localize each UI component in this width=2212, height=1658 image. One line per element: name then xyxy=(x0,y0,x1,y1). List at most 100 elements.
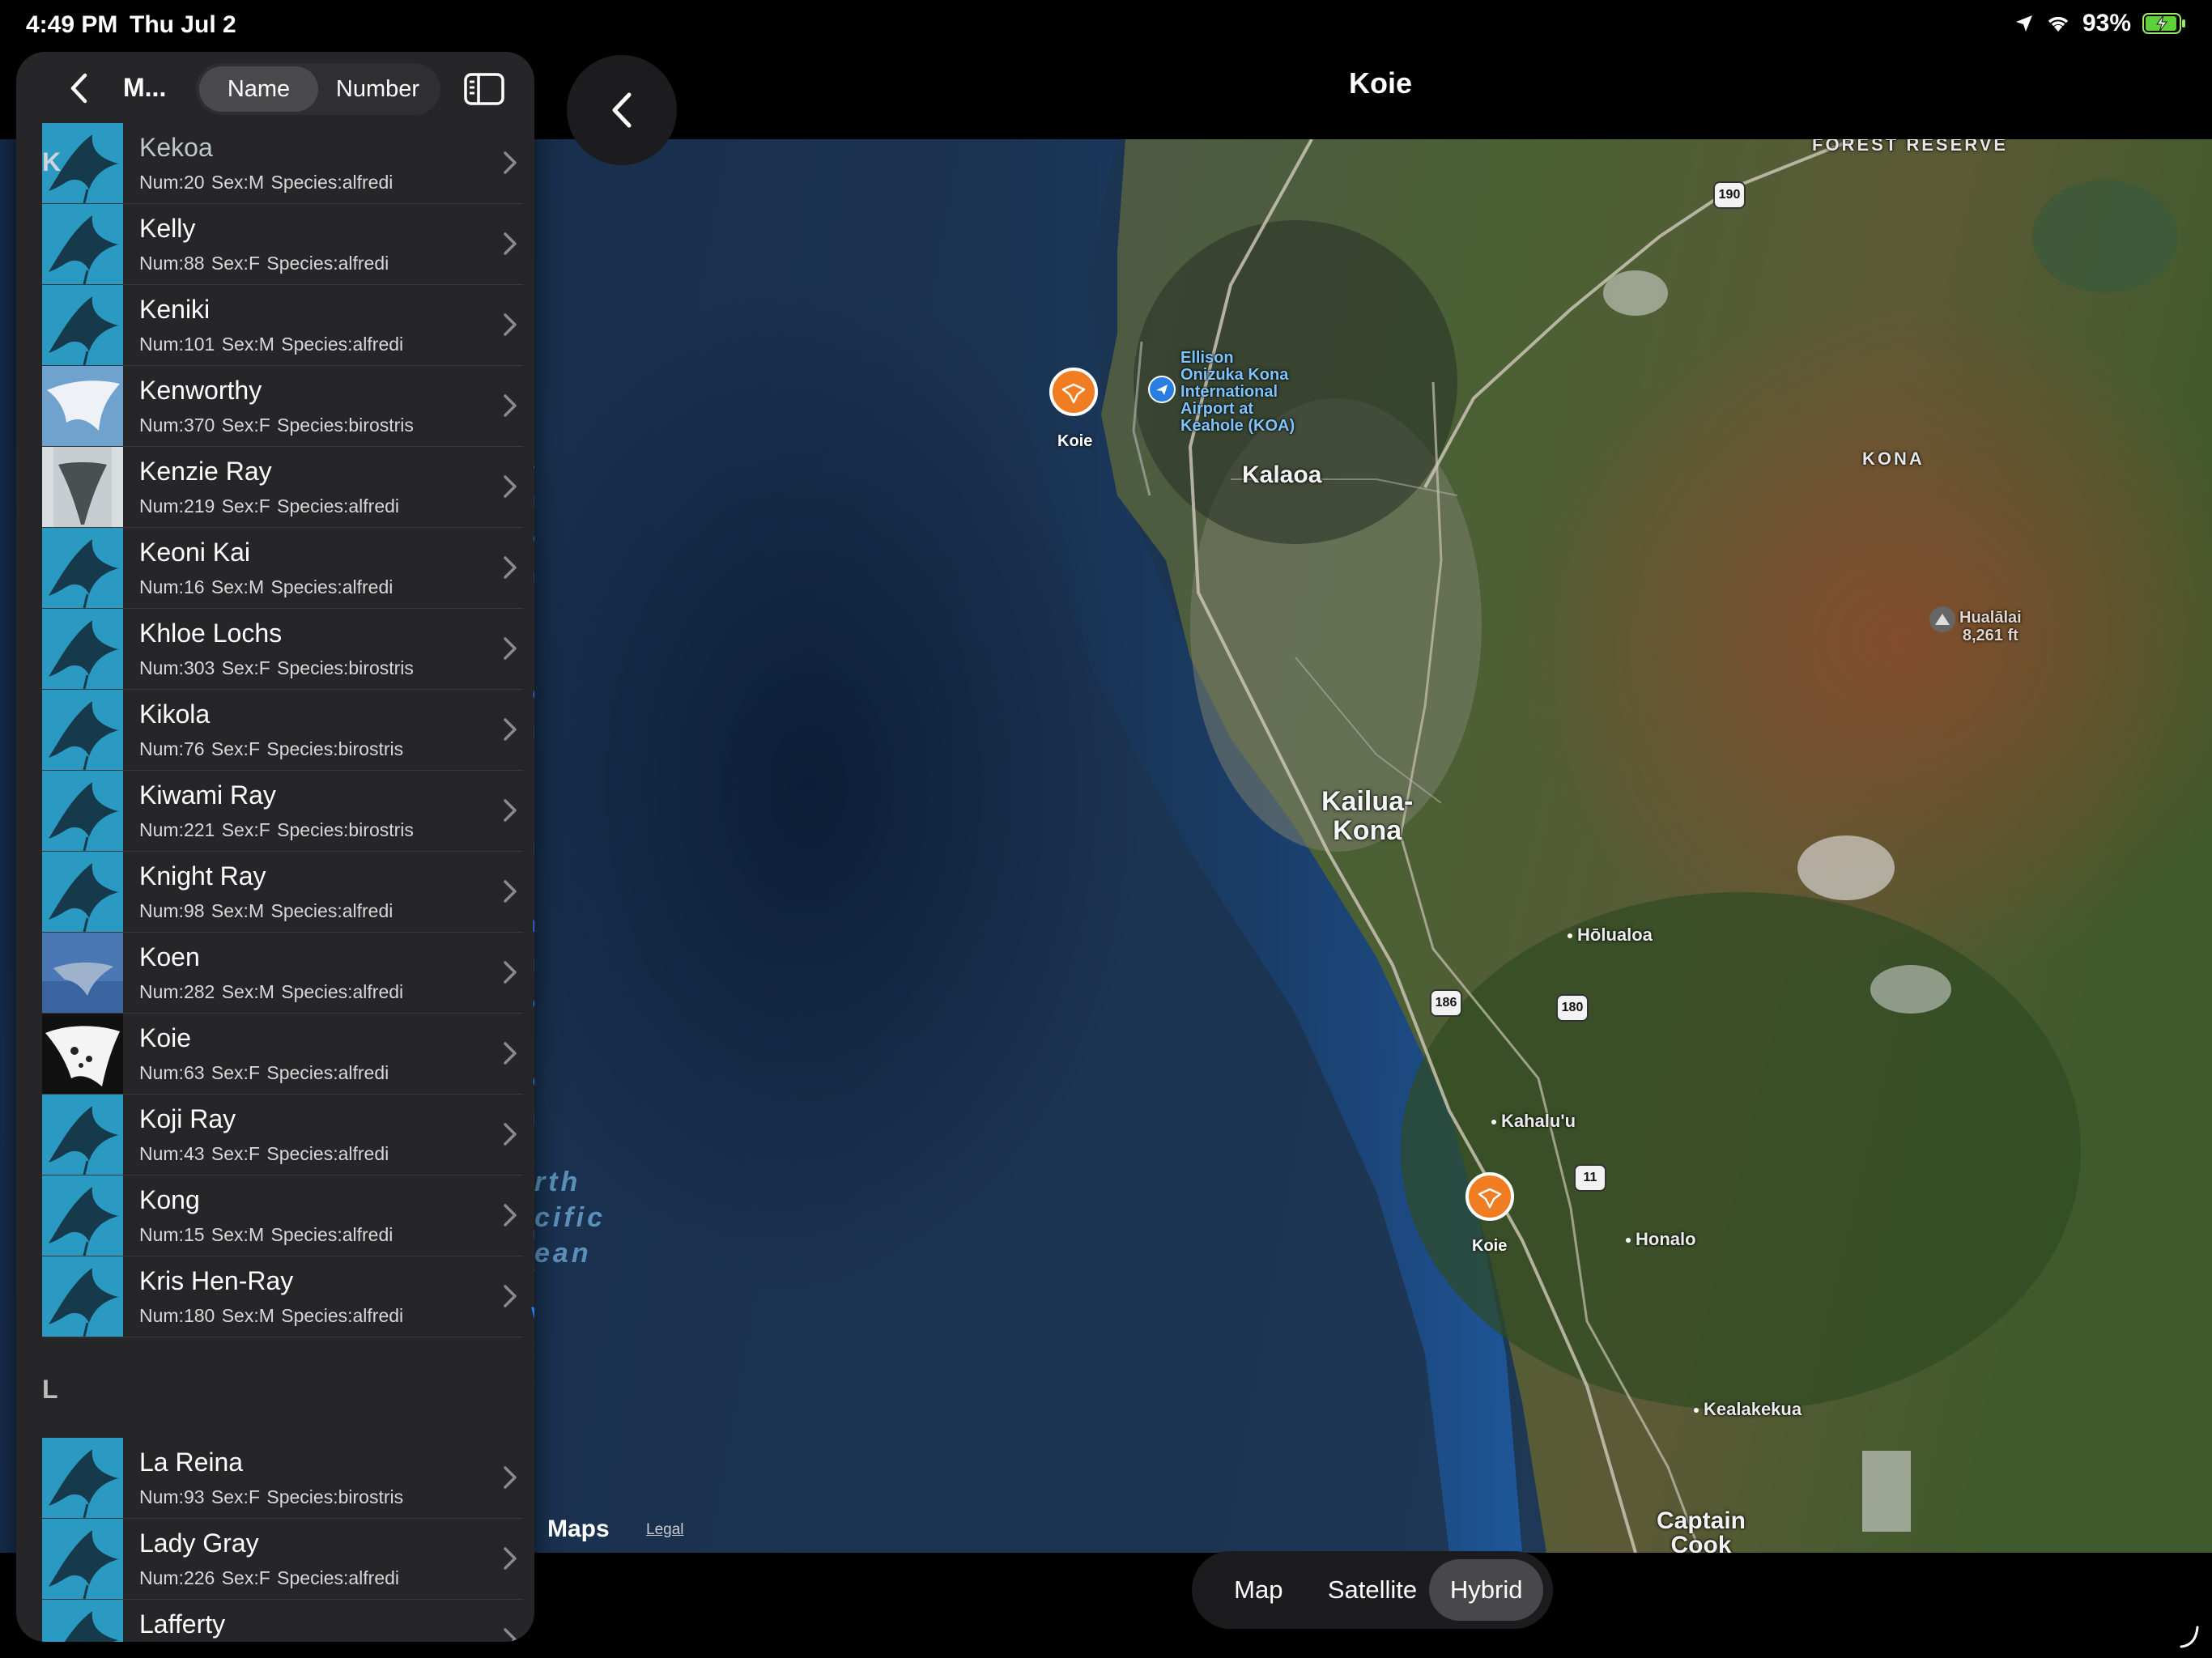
list-item[interactable]: Kong Num:15 Sex:M Species:alfredi xyxy=(42,1175,523,1256)
map-type-satellite[interactable]: Satellite xyxy=(1316,1559,1430,1621)
alphabet-index-letter[interactable]: G xyxy=(525,686,534,705)
legal-link[interactable]: Legal xyxy=(646,1521,684,1539)
alphabet-index-letter[interactable]: L xyxy=(525,879,535,899)
alphabet-index-letter[interactable]: ' xyxy=(525,414,534,434)
manta-thumbnail xyxy=(42,690,123,770)
alphabet-index-letter[interactable]: Y xyxy=(525,1382,534,1401)
alphabet-index-letter[interactable]: A xyxy=(525,453,534,473)
alphabet-index-letter[interactable]: P xyxy=(525,1034,534,1053)
alphabet-index-letter[interactable]: N xyxy=(525,956,534,976)
airport-icon[interactable] xyxy=(1148,376,1176,403)
chevron-right-icon xyxy=(504,1285,517,1307)
alphabet-index-letter[interactable]: X xyxy=(525,1343,534,1363)
alphabet-index-letter[interactable]: T xyxy=(525,1188,535,1208)
road-shield-180: 180 xyxy=(1556,994,1589,1022)
alphabet-index-letter[interactable]: U xyxy=(525,1227,534,1247)
panel-back-button[interactable] xyxy=(58,68,99,108)
alphabet-index-letter[interactable]: F xyxy=(525,647,535,666)
sidebar-toggle-button[interactable] xyxy=(462,70,507,108)
map-label-holualoa: Hōlualoa xyxy=(1568,925,1653,946)
sort-by-name[interactable]: Name xyxy=(199,66,318,112)
list-item[interactable]: Keoni Kai Num:16 Sex:M Species:alfredi xyxy=(42,528,523,609)
manta-name: Keoni Kai xyxy=(139,538,250,567)
alphabet-index-letter[interactable]: J xyxy=(525,801,534,821)
sort-by-number[interactable]: Number xyxy=(318,66,437,112)
map-type-segmented-control[interactable]: Map Satellite Hybrid xyxy=(1192,1551,1553,1629)
row-chevron xyxy=(502,717,518,742)
list-item[interactable]: Koji Ray Num:43 Sex:F Species:alfredi xyxy=(42,1095,523,1175)
alphabet-index-letter[interactable]: E xyxy=(525,608,534,627)
status-date: Thu Jul 2 xyxy=(130,11,236,38)
battery-percent: 93% xyxy=(2082,10,2131,36)
chevron-right-icon xyxy=(504,637,517,660)
alphabet-index-letter[interactable]: M xyxy=(525,917,534,937)
list-item[interactable]: La Reina Num:93 Sex:F Species:birostris xyxy=(42,1438,523,1519)
row-chevron xyxy=(502,555,518,580)
alphabet-index-letter[interactable]: B xyxy=(525,492,534,512)
alphabet-index-letter[interactable]: R xyxy=(525,1111,534,1130)
alphabet-index-letter[interactable]: W xyxy=(525,1304,534,1324)
list-item[interactable]: LaffertyNum:259 Sex:M Species:alfredi xyxy=(42,1600,523,1642)
alphabet-index-letter[interactable]: S xyxy=(525,1150,534,1169)
alphabet-index-letter[interactable]: H xyxy=(525,724,534,743)
list-item[interactable]: Kekoa Num:20 Sex:M Species:alfredi xyxy=(42,123,523,204)
list-item[interactable]: Kikola Num:76 Sex:F Species:birostris xyxy=(42,690,523,771)
chevron-right-icon xyxy=(504,313,517,336)
list-item[interactable]: Khloe Lochs Num:303 Sex:F Species:birostr… xyxy=(42,609,523,690)
row-chevron xyxy=(502,232,518,256)
list-item[interactable]: Keniki Num:101 Sex:M Species:alfredi xyxy=(42,285,523,366)
row-chevron xyxy=(502,879,518,903)
sort-segmented-control[interactable]: Name Number xyxy=(196,63,440,115)
manta-pin[interactable] xyxy=(1049,368,1098,416)
list-item[interactable]: Kelly Num:88 Sex:F Species:alfredi xyxy=(42,204,523,285)
row-chevron xyxy=(502,151,518,175)
road-shield-190: 190 xyxy=(1713,181,1746,209)
manta-details: Num:282 Sex:M Species:alfredi xyxy=(139,981,404,1002)
alphabet-index-letter[interactable]: K xyxy=(525,840,534,860)
list-item[interactable]: Kenzie Ray Num:219 Sex:F Species:alfredi xyxy=(42,447,523,528)
manta-pin[interactable] xyxy=(1465,1172,1514,1221)
road-shield-186: 186 xyxy=(1430,989,1462,1017)
map-type-map[interactable]: Map xyxy=(1202,1559,1316,1621)
alphabet-index-letter[interactable]: I xyxy=(525,763,534,782)
manta-name: Keniki xyxy=(139,295,211,324)
map-label-kahaluu: Kahalu'u xyxy=(1491,1111,1576,1132)
list-item[interactable]: Kris Hen-Ray Num:180 Sex:M Species:alfred… xyxy=(42,1256,523,1337)
battery-charging-icon xyxy=(2142,13,2185,34)
wifi-icon xyxy=(2048,16,2069,32)
manta-thumbnail xyxy=(42,1175,123,1256)
alphabet-index-letter[interactable]: D xyxy=(525,569,534,589)
map-label-airport[interactable]: Ellison Onizuka Kona International Airpo… xyxy=(1180,350,1295,435)
alphabet-index-letter[interactable]: V xyxy=(525,1266,534,1286)
manta-details: Num:219 Sex:F Species:alfredi xyxy=(139,495,400,517)
list-item[interactable]: Koen Num:282 Sex:M Species:alfredi xyxy=(42,933,523,1014)
chevron-right-icon xyxy=(504,151,517,174)
manta-name: Kiwami Ray xyxy=(139,780,276,810)
manta-thumbnail xyxy=(42,771,123,851)
list-item[interactable]: Kenworthy Num:370 Sex:F Species:birostris xyxy=(42,366,523,447)
chevron-right-icon xyxy=(504,880,517,903)
manta-thumbnail xyxy=(42,852,123,932)
manta-thumbnail xyxy=(42,609,123,689)
manta-thumbnail xyxy=(42,933,123,1013)
list-item[interactable]: Koie Num:63 Sex:F Species:alfredi xyxy=(42,1014,523,1095)
manta-name: Kong xyxy=(139,1185,200,1214)
list-item[interactable]: Lady Gray Num:226 Sex:F Species:alfredi xyxy=(42,1519,523,1600)
row-chevron xyxy=(502,798,518,823)
row-chevron xyxy=(502,636,518,661)
chevron-right-icon xyxy=(504,556,517,579)
map-back-button[interactable] xyxy=(567,55,677,165)
row-chevron xyxy=(502,474,518,499)
map-type-hybrid[interactable]: Hybrid xyxy=(1429,1559,1544,1621)
row-chevron xyxy=(502,960,518,984)
manta-details: Num:63 Sex:F Species:alfredi xyxy=(139,1062,389,1083)
alphabet-index-letter[interactable]: C xyxy=(525,530,534,550)
list-item[interactable]: Kiwami Ray Num:221 Sex:F Species:birostri… xyxy=(42,771,523,852)
manta-details: Num:16 Sex:M Species:alfredi xyxy=(139,576,393,597)
list-item[interactable]: Knight Ray Num:98 Sex:M Species:alfredi xyxy=(42,852,523,933)
row-chevron xyxy=(502,1546,518,1571)
alphabet-index-letter[interactable]: O xyxy=(525,995,534,1014)
alphabet-index-letter[interactable]: Z xyxy=(525,1421,535,1440)
alphabet-index-letter[interactable]: Q xyxy=(525,1073,534,1092)
chevron-right-icon xyxy=(504,475,517,498)
